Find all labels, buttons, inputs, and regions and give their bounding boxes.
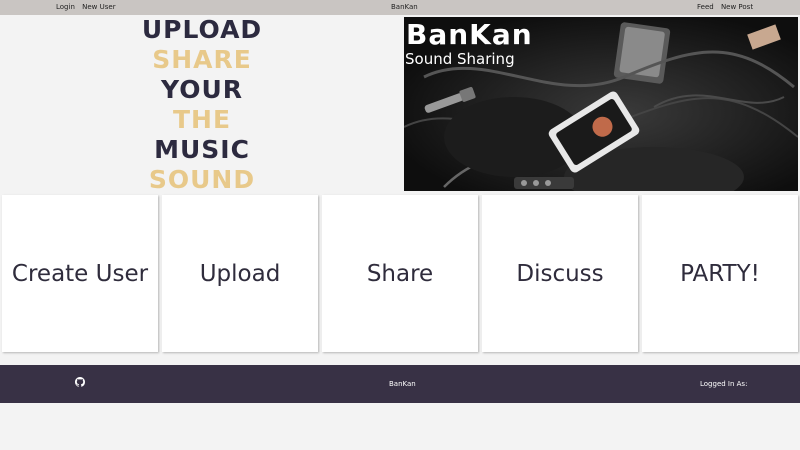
top-nav-bar: Login New User BanKan Feed New Post [0, 0, 800, 15]
hero-word: UPLOAD [141, 15, 263, 44]
hero-headline: UPLOAD SHARE YOUR THE MUSIC SOUND [131, 15, 273, 195]
github-icon[interactable] [75, 377, 85, 387]
footer-brand: BanKan [389, 380, 416, 388]
footer: BanKan Logged In As: [0, 365, 800, 403]
image-title: BanKan [406, 18, 533, 51]
login-link[interactable]: Login [56, 3, 75, 11]
nav-right: Feed New Post [697, 3, 758, 11]
nav-brand[interactable]: BanKan [391, 3, 418, 11]
hero-word: YOUR [160, 75, 243, 104]
nav-left: Login New User [56, 3, 121, 11]
card-discuss[interactable]: Discuss [482, 195, 638, 352]
hero-word: MUSIC [154, 135, 250, 164]
new-post-link[interactable]: New Post [721, 3, 753, 11]
feed-link[interactable]: Feed [697, 3, 714, 11]
card-share[interactable]: Share [322, 195, 478, 352]
card-upload[interactable]: Upload [162, 195, 318, 352]
feature-cards: Create User Upload Share Discuss PARTY! [0, 195, 800, 353]
hero-word: SHARE [152, 45, 252, 74]
new-user-link[interactable]: New User [82, 3, 115, 11]
image-subtitle: Sound Sharing [405, 50, 515, 68]
hero-word: THE [172, 105, 232, 134]
hero-word: SOUND [148, 165, 256, 194]
card-create-user[interactable]: Create User [2, 195, 158, 352]
logged-in-label: Logged In As: [700, 380, 748, 388]
hero-image: BanKan Sound Sharing [404, 17, 798, 191]
card-party[interactable]: PARTY! [642, 195, 798, 352]
